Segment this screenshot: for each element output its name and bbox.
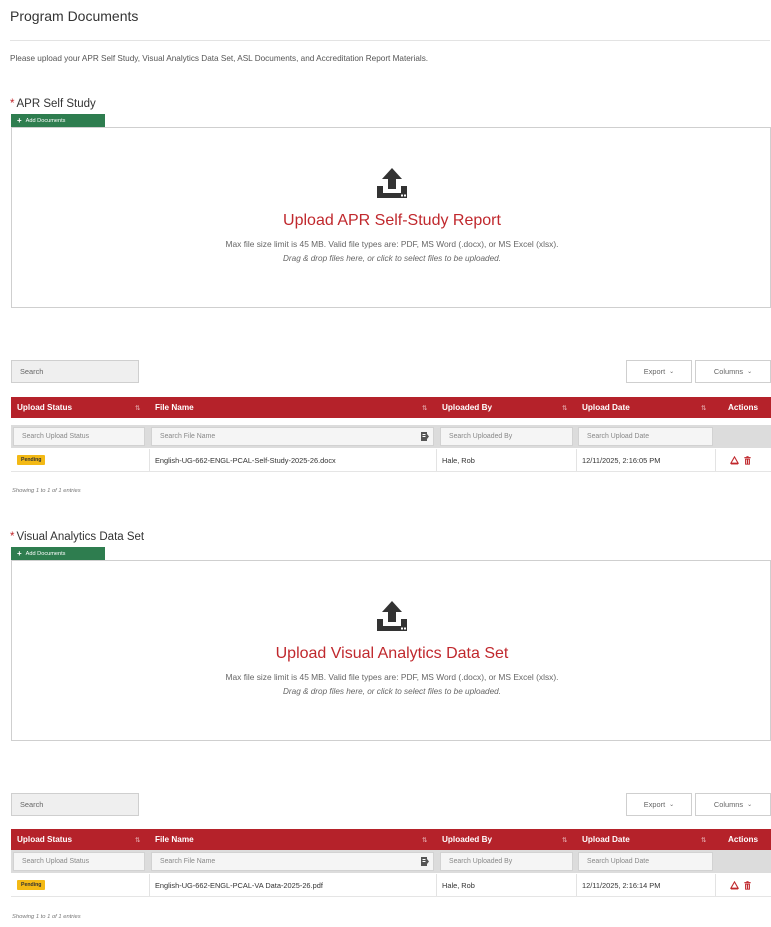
column-header-upload-status[interactable]: Upload Status ⇅ [11, 397, 149, 418]
column-header-file-name[interactable]: File Name ⇅ [149, 829, 436, 850]
export-label: Export [643, 800, 666, 809]
column-header-upload-date[interactable]: Upload Date ⇅ [576, 397, 715, 418]
sort-icon: ⇅ [701, 837, 707, 844]
filter-icon[interactable] [421, 432, 429, 441]
chevron-down-icon: ⌄ [669, 369, 675, 375]
column-header-uploaded-by[interactable]: Uploaded By ⇅ [436, 397, 576, 418]
sort-icon: ⇅ [562, 405, 568, 412]
section-title-text: APR Self Study [16, 98, 96, 110]
filter-uploaded-by-input[interactable]: Search Uploaded By [440, 427, 573, 446]
section-title: * Visual Analytics Data Set [10, 531, 144, 543]
cell-upload-status: Pending [11, 449, 149, 471]
add-documents-label: Add Documents [25, 550, 66, 557]
cell-uploaded-by: Hale, Rob [442, 455, 475, 465]
pdf-icon[interactable] [730, 880, 739, 890]
cell-upload-date: 12/11/2025, 2:16:05 PM [582, 455, 661, 465]
table-search-input[interactable]: Search [11, 360, 139, 383]
trash-icon[interactable] [743, 880, 752, 890]
table-info: Showing 1 to 1 of 1 entries [12, 488, 81, 494]
dropzone-limit-text: Max file size limit is 45 MB. Valid file… [225, 672, 559, 682]
table-header: Upload Status ⇅ File Name ⇅ Uploaded By … [11, 397, 771, 418]
chevron-down-icon: ⌄ [747, 369, 753, 375]
cell-actions [715, 449, 771, 471]
filter-row: Search Upload Status Search File Name Se… [11, 850, 771, 873]
sort-icon: ⇅ [422, 405, 428, 412]
table-search-input[interactable]: Search [11, 793, 139, 816]
sort-icon: ⇅ [135, 405, 141, 412]
add-documents-button[interactable]: + Add Documents [11, 114, 105, 127]
table-info: Showing 1 to 1 of 1 entries [12, 914, 81, 920]
upload-icon [377, 601, 407, 631]
column-header-uploaded-by[interactable]: Uploaded By ⇅ [436, 829, 576, 850]
section-title-text: Visual Analytics Data Set [16, 531, 145, 543]
filter-uploaded-by-input[interactable]: Search Uploaded By [440, 852, 573, 871]
filter-icon[interactable] [421, 857, 429, 866]
required-mark: * [10, 98, 15, 110]
cell-file-name: English-UG-662-ENGL-PCAL-Self-Study-2025… [155, 455, 336, 465]
plus-icon: + [17, 548, 22, 558]
export-button[interactable]: Export ⌄ [626, 360, 692, 383]
table-header: Upload Status ⇅ File Name ⇅ Uploaded By … [11, 829, 771, 850]
plus-icon: + [17, 115, 22, 125]
dropzone-hint: Drag & drop files here, or click to sele… [283, 687, 501, 696]
cell-upload-date: 12/11/2025, 2:16:14 PM [582, 880, 661, 890]
trash-icon[interactable] [743, 455, 752, 465]
page-intro: Please upload your APR Self Study, Visua… [10, 54, 429, 63]
column-header-file-name[interactable]: File Name ⇅ [149, 397, 436, 418]
status-badge: Pending [17, 880, 46, 890]
dropzone-title: Upload APR Self-Study Report [283, 212, 501, 229]
section-title: * APR Self Study [10, 98, 96, 110]
columns-button[interactable]: Columns ⌄ [695, 793, 771, 816]
cell-upload-status: Pending [11, 874, 149, 896]
pdf-icon[interactable] [730, 455, 739, 465]
export-label: Export [643, 367, 666, 376]
filter-upload-status-input[interactable]: Search Upload Status [13, 852, 145, 871]
column-header-actions: Actions [727, 403, 759, 412]
sort-icon: ⇅ [422, 837, 428, 844]
status-badge: Pending [17, 455, 46, 465]
column-header-upload-status[interactable]: Upload Status ⇅ [11, 829, 149, 850]
required-mark: * [10, 531, 15, 543]
title-divider [10, 40, 770, 41]
columns-button[interactable]: Columns ⌄ [695, 360, 771, 383]
filter-file-name-input[interactable]: Search File Name [151, 852, 434, 871]
upload-icon [377, 168, 407, 198]
page-title: Program Documents [10, 8, 139, 24]
sort-icon: ⇅ [701, 405, 707, 412]
upload-dropzone[interactable]: Upload Visual Analytics Data Set Max fil… [11, 560, 771, 741]
column-header-actions: Actions [727, 835, 759, 844]
dropzone-title: Upload Visual Analytics Data Set [275, 645, 509, 662]
search-placeholder: Search [20, 367, 44, 376]
table-row: Pending English-UG-662-ENGL-PCAL-VA Data… [11, 874, 771, 897]
dropzone-hint: Drag & drop files here, or click to sele… [283, 254, 501, 263]
filter-file-name-input[interactable]: Search File Name [151, 427, 434, 446]
chevron-down-icon: ⌄ [747, 802, 753, 808]
search-placeholder: Search [20, 800, 44, 809]
add-documents-button[interactable]: + Add Documents [11, 547, 105, 560]
cell-file-name: English-UG-662-ENGL-PCAL-VA Data-2025-26… [155, 880, 323, 890]
filter-upload-status-input[interactable]: Search Upload Status [13, 427, 145, 446]
columns-label: Columns [713, 800, 744, 809]
sort-icon: ⇅ [135, 837, 141, 844]
sort-icon: ⇅ [562, 837, 568, 844]
section-visual-analytics: * Visual Analytics Data Set + Add Documen… [0, 531, 771, 927]
filter-upload-date-input[interactable]: Search Upload Date [578, 427, 713, 446]
cell-actions [715, 874, 771, 896]
dropzone-limit-text: Max file size limit is 45 MB. Valid file… [225, 239, 559, 249]
add-documents-label: Add Documents [25, 117, 66, 124]
table-row: Pending English-UG-662-ENGL-PCAL-Self-St… [11, 449, 771, 472]
cell-uploaded-by: Hale, Rob [442, 880, 475, 890]
export-button[interactable]: Export ⌄ [626, 793, 692, 816]
filter-upload-date-input[interactable]: Search Upload Date [578, 852, 713, 871]
upload-dropzone[interactable]: Upload APR Self-Study Report Max file si… [11, 127, 771, 308]
filter-row: Search Upload Status Search File Name Se… [11, 425, 771, 448]
columns-label: Columns [713, 367, 744, 376]
column-header-upload-date[interactable]: Upload Date ⇅ [576, 829, 715, 850]
section-apr-self-study: * APR Self Study + Add Documents Upload A… [0, 98, 771, 498]
chevron-down-icon: ⌄ [669, 802, 675, 808]
